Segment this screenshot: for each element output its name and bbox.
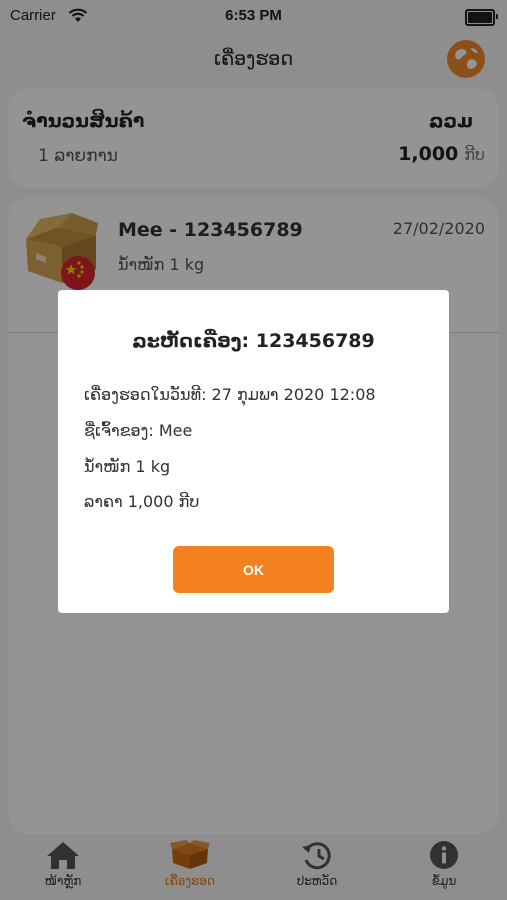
detail-alert: ລະຫັດເຄື່ອງ: 123456789 ເຄື່ອງຮອດໃນວັນທີ:… xyxy=(58,290,449,613)
price-text: ລາຄາ 1,000 ກີບ xyxy=(84,492,200,511)
owner-text: ຊື່ເຈົ້າຂອງ: Mee xyxy=(84,421,193,440)
weight-text: ນ້ຳໜັກ 1 kg xyxy=(84,457,171,476)
alert-title: ລະຫັດເຄື່ອງ: 123456789 xyxy=(132,330,375,352)
arrival-date-text: ເຄື່ອງຮອດໃນວັນທີ: 27 ກຸມພາ 2020 12:08 xyxy=(84,385,376,404)
ok-button[interactable]: OK xyxy=(173,546,334,593)
